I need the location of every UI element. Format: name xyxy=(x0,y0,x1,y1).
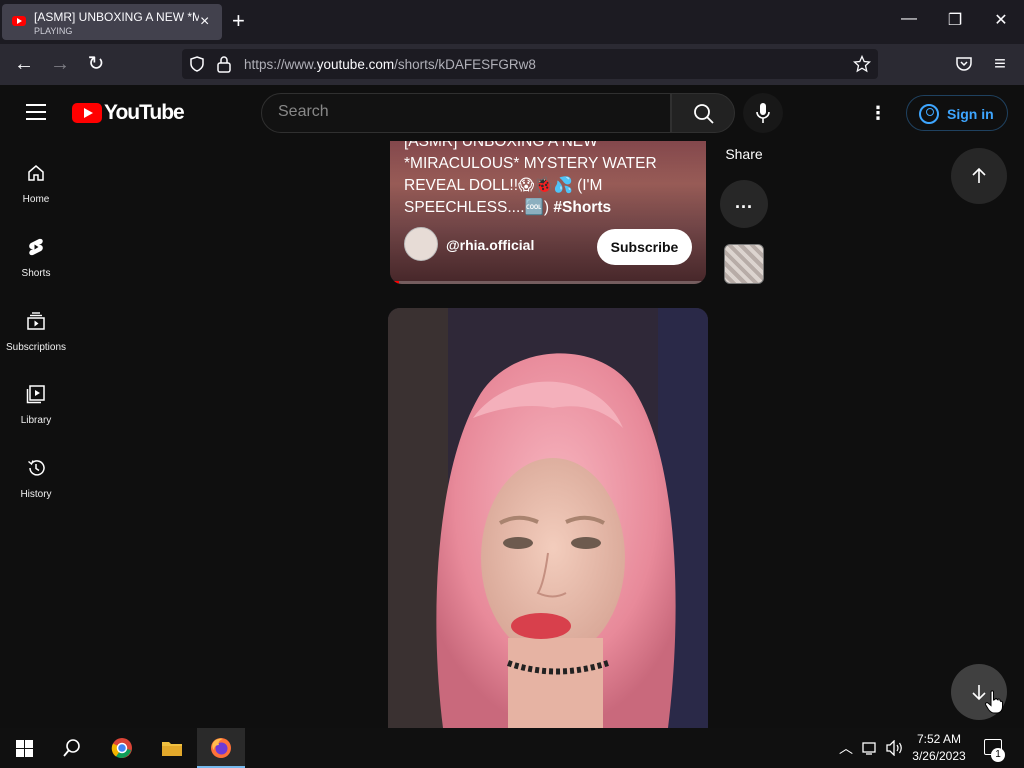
more-actions-button[interactable]: ... xyxy=(720,180,768,228)
sidebar-item-label: Home xyxy=(22,194,50,205)
tab-status: PLAYING xyxy=(34,26,73,36)
previous-short-button[interactable] xyxy=(951,148,1007,204)
windows-taskbar: ︿ 7:52 AM 3/26/2023 1 xyxy=(0,728,1024,768)
search-input[interactable] xyxy=(278,103,658,121)
share-label[interactable]: Share xyxy=(720,146,768,162)
next-short-video[interactable] xyxy=(388,308,708,728)
arrow-up-icon xyxy=(972,167,986,183)
restore-button[interactable]: ❐ xyxy=(945,10,965,30)
minimize-button[interactable]: — xyxy=(899,10,919,28)
sign-in-button[interactable]: Sign in xyxy=(906,95,1008,131)
next-short-button[interactable] xyxy=(951,664,1007,720)
youtube-header: YouTube ⋮ Sign in xyxy=(0,85,1024,141)
subscriptions-icon xyxy=(27,312,45,330)
more-horiz-icon: ... xyxy=(734,192,753,212)
sidebar-item-label: Shorts xyxy=(21,268,51,279)
hand-cursor-icon xyxy=(985,690,1003,714)
search-icon xyxy=(694,104,714,124)
sidebar-item-label: History xyxy=(20,489,52,500)
back-button[interactable]: ← xyxy=(12,53,36,75)
voice-search-button[interactable] xyxy=(743,93,783,133)
youtube-favicon-icon xyxy=(12,16,26,26)
reload-button[interactable]: ↻ xyxy=(84,53,108,75)
short-video-player[interactable]: [ASMR] UNBOXING A NEW *MIRACULOUS* MYSTE… xyxy=(390,141,706,284)
notification-badge: 1 xyxy=(991,748,1005,762)
browser-nav-bar: ← → ↻ https://www.youtube.com/shorts/kDA… xyxy=(0,44,1024,85)
sidebar-item-label: Subscriptions xyxy=(5,342,67,353)
firefox-icon xyxy=(211,738,231,758)
folder-icon xyxy=(162,742,182,756)
browser-tab-bar: [ASMR] UNBOXING A NEW *MIRACULOUS* MYSTE… xyxy=(0,0,1024,44)
microphone-icon xyxy=(756,103,770,123)
sidebar-item-home[interactable]: Home xyxy=(0,163,72,233)
url-text[interactable]: https://www.youtube.com/shorts/kDAFESFGR… xyxy=(244,57,536,72)
address-bar[interactable]: https://www.youtube.com/shorts/kDAFESFGR… xyxy=(182,49,878,79)
forward-button[interactable]: → xyxy=(48,53,72,75)
close-window-button[interactable]: ✕ xyxy=(991,10,1011,30)
taskbar-file-explorer[interactable] xyxy=(148,728,196,768)
progress-fill xyxy=(390,281,400,284)
notification-center-icon[interactable]: 1 xyxy=(984,739,1005,762)
hashtag-link[interactable]: #Shorts xyxy=(553,199,611,216)
subscribe-button[interactable]: Subscribe xyxy=(597,229,692,265)
sound-thumbnail[interactable] xyxy=(724,244,764,284)
settings-more-icon[interactable]: ⋮ xyxy=(868,103,888,123)
new-tab-button[interactable]: + xyxy=(232,8,245,34)
windows-logo-icon xyxy=(16,740,33,757)
bookmark-star-icon[interactable] xyxy=(853,55,871,73)
short-title[interactable]: [ASMR] UNBOXING A NEW *MIRACULOUS* MYSTE… xyxy=(404,141,694,219)
pocket-icon[interactable] xyxy=(955,56,973,72)
sidebar-item-history[interactable]: History xyxy=(0,458,72,528)
taskbar-chrome[interactable] xyxy=(98,728,146,768)
taskbar-search-button[interactable] xyxy=(48,728,96,768)
sidebar-item-library[interactable]: Library xyxy=(0,384,72,454)
search-box[interactable] xyxy=(261,93,671,133)
video-thumbnail-image xyxy=(388,308,708,728)
clock-date: 3/26/2023 xyxy=(912,749,966,763)
account-icon xyxy=(919,104,939,124)
history-icon xyxy=(28,460,45,476)
sidebar-item-subscriptions[interactable]: Subscriptions xyxy=(0,311,72,381)
app-menu-icon[interactable]: ≡ xyxy=(988,53,1012,75)
network-icon[interactable] xyxy=(862,740,880,756)
sidebar-item-shorts[interactable]: Shorts xyxy=(0,237,72,307)
close-tab-icon[interactable]: × xyxy=(200,13,209,31)
tab-title: [ASMR] UNBOXING A NEW *MIRACULOUS* MYSTE… xyxy=(34,10,199,24)
shorts-icon xyxy=(29,238,43,256)
home-icon xyxy=(28,165,44,181)
channel-name[interactable]: @rhia.official xyxy=(446,237,534,253)
hamburger-menu-icon[interactable] xyxy=(26,104,46,120)
sidebar-item-label: Library xyxy=(20,415,52,426)
show-hidden-icons-chevron-icon[interactable]: ︿ xyxy=(839,738,853,758)
channel-avatar[interactable] xyxy=(404,227,438,261)
search-icon xyxy=(63,739,80,757)
video-progress-bar[interactable] xyxy=(390,281,706,284)
system-clock[interactable]: 7:52 AM 3/26/2023 xyxy=(900,731,978,765)
start-button[interactable] xyxy=(0,728,48,768)
taskbar-firefox[interactable] xyxy=(197,728,245,768)
clock-time: 7:52 AM xyxy=(916,732,962,746)
chrome-icon xyxy=(111,738,132,758)
library-icon xyxy=(26,385,45,404)
browser-tab[interactable]: [ASMR] UNBOXING A NEW *MIRACULOUS* MYSTE… xyxy=(2,4,222,40)
lock-icon[interactable] xyxy=(216,55,232,73)
shield-icon[interactable] xyxy=(188,55,206,73)
search-button[interactable] xyxy=(671,93,735,133)
youtube-logo-icon[interactable] xyxy=(72,103,102,123)
youtube-logo-text[interactable]: YouTube xyxy=(104,101,185,125)
